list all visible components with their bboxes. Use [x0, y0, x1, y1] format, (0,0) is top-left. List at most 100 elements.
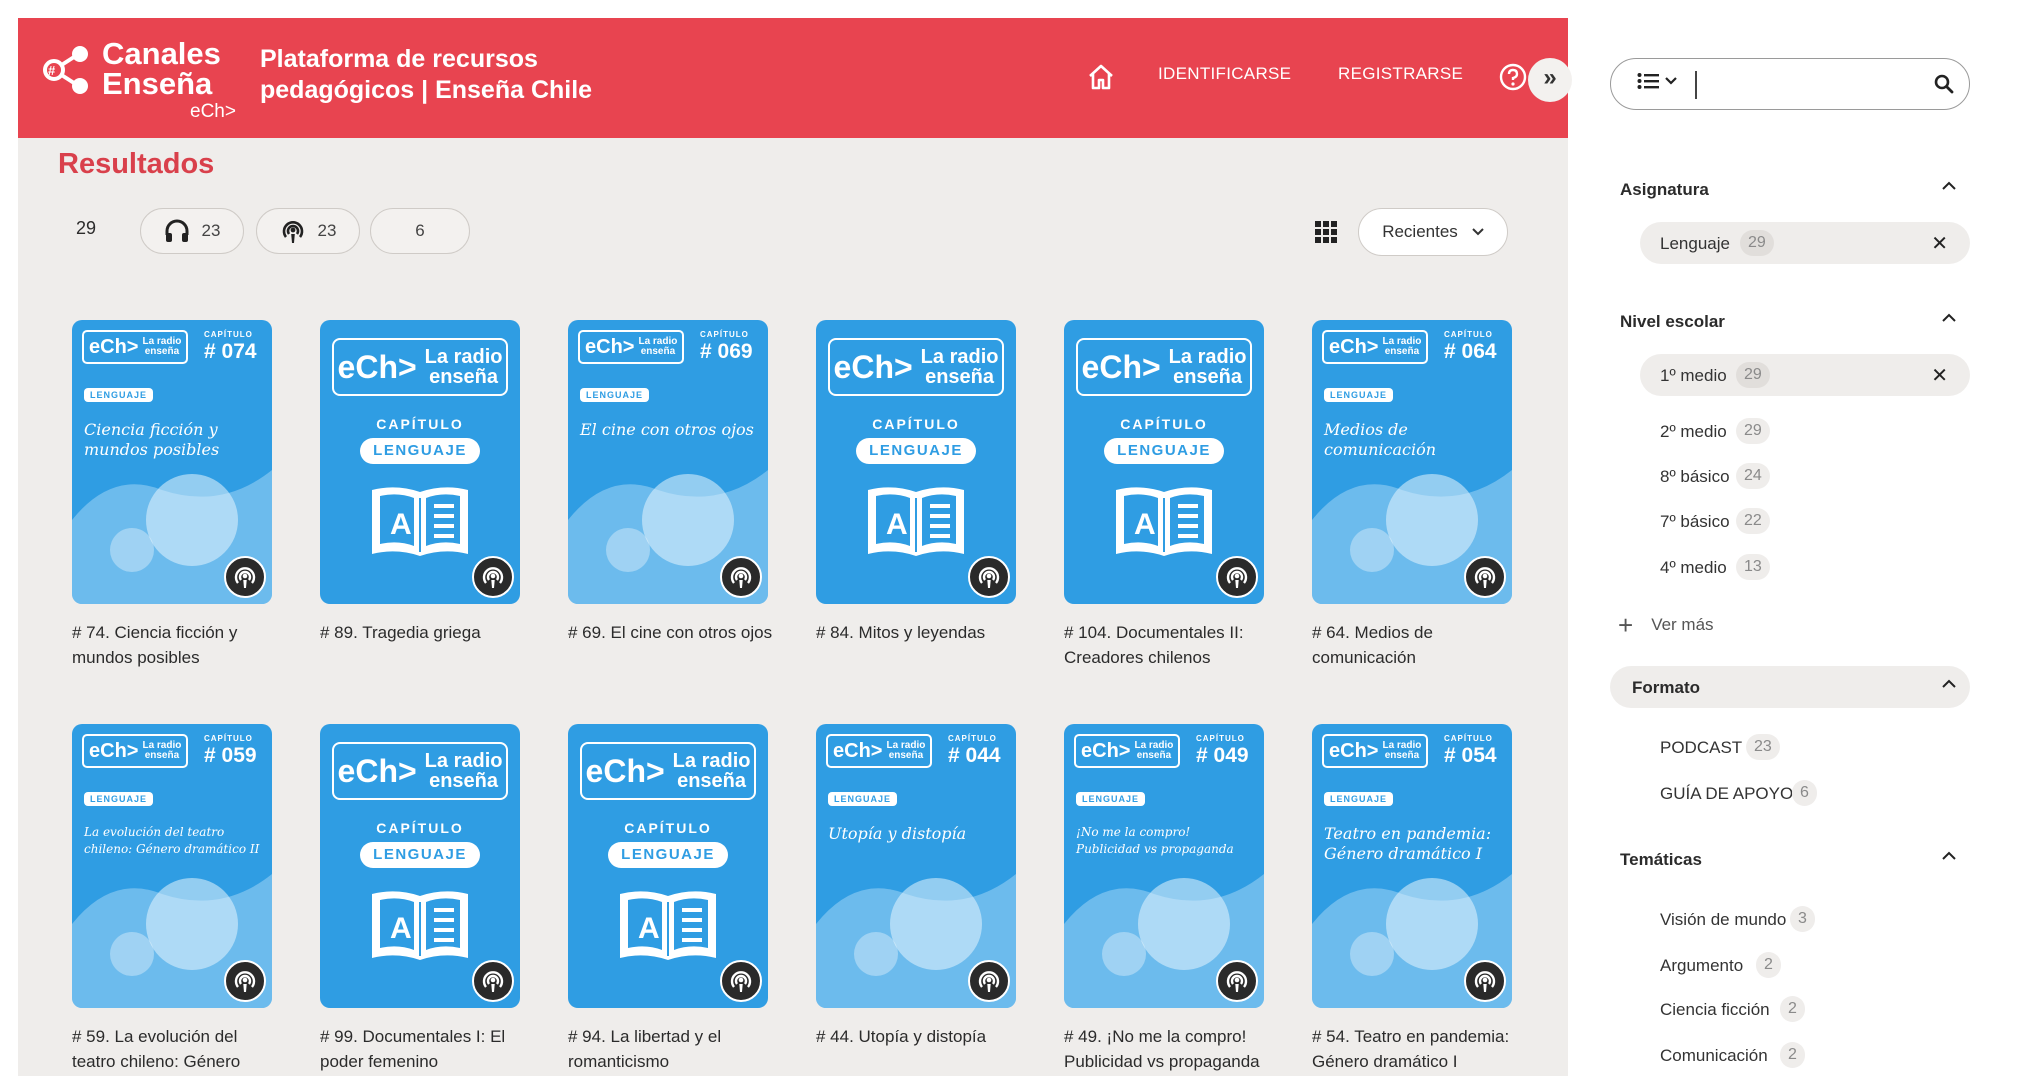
search-input[interactable] [1703, 69, 1923, 99]
card-cover-image[interactable]: eCh> La radio enseña CAPÍTULO # 064 LENGUAJE M… [1312, 320, 1512, 604]
cover-chapter-label: CAPÍTULO [376, 820, 464, 836]
filter-item-4-medio[interactable]: 4º medio 13 [1640, 546, 1970, 588]
ver-mas-link[interactable]: + Ver más [1618, 610, 1714, 641]
card-title[interactable]: # 94. La libertad y el romanticismo [568, 1024, 778, 1074]
cover-subject-label: LENGUAJE [360, 842, 480, 868]
svg-text:#: # [48, 63, 56, 78]
filter-podcast-pill[interactable]: 23 [256, 208, 360, 254]
filter-item-1-medio[interactable]: 1º medio 29 ✕ [1640, 354, 1970, 396]
filter-item-label: Ciencia ficción [1660, 1000, 1770, 1019]
book-icon: A [614, 886, 722, 971]
section-title: Asignatura [1620, 180, 1709, 199]
filter-item-count: 29 [1736, 362, 1770, 388]
login-link[interactable]: IDENTIFICARSE [1158, 64, 1291, 84]
section-asignatura[interactable]: Asignatura [1610, 168, 1970, 210]
text-cursor [1695, 71, 1697, 99]
help-icon[interactable] [1498, 62, 1528, 92]
filter-item-label: Lenguaje [1660, 234, 1730, 253]
section-tematicas[interactable]: Temáticas [1610, 838, 1970, 880]
cover-chapter-label: CAPÍTULO [872, 416, 960, 432]
book-icon: A [366, 482, 474, 567]
filter-item-guia-de-apoyo[interactable]: GUÍA DE APOYO 6 [1640, 772, 1970, 814]
card-cover-image[interactable]: eCh> La radio enseña CAPÍTULO LENGUAJE A [816, 320, 1016, 604]
section-nivel-escolar[interactable]: Nivel escolar [1610, 300, 1970, 342]
svg-text:A: A [886, 508, 908, 541]
cover-logo: eCh> La radio enseña [580, 742, 756, 800]
cover-logo: eCh> La radio enseña [82, 734, 189, 768]
filter-item-2-medio[interactable]: 2º medio 29 [1640, 410, 1970, 452]
filter-item-count: 2 [1780, 996, 1805, 1022]
filter-item-vision-de-mundo[interactable]: Visión de mundo 3 [1640, 898, 1970, 940]
ver-mas-label: Ver más [1651, 614, 1714, 634]
filter-item-lenguaje[interactable]: Lenguaje 29 ✕ [1640, 222, 1970, 264]
register-link[interactable]: REGISTRARSE [1338, 64, 1463, 84]
card-cover-image[interactable]: eCh> La radio enseña CAPÍTULO # 074 LENGUAJE C… [72, 320, 272, 604]
cover-chapter-label: CAPÍTULO [624, 820, 712, 836]
filter-guide-pill[interactable]: 6 [370, 208, 470, 254]
filter-item-label: Visión de mundo [1660, 910, 1787, 929]
cover-chapter-number: CAPÍTULO # 044 [948, 734, 1001, 767]
cover-logo: eCh> La radio enseña [1322, 734, 1429, 768]
filter-item-ciencia-ficcion[interactable]: Ciencia ficción 2 [1640, 988, 1970, 1030]
podcast-icon [1464, 556, 1506, 598]
card-title[interactable]: # 84. Mitos y leyendas [816, 620, 1026, 645]
chevron-up-icon [1942, 851, 1956, 860]
card-title[interactable]: # 74. Ciencia ficción y mundos posibles [72, 620, 282, 670]
card-title[interactable]: # 59. La evolución del teatro chileno: G… [72, 1024, 282, 1074]
filter-item-podcast[interactable]: PODCAST 23 [1640, 726, 1970, 768]
cover-title: La evolución del teatro chileno: Género … [84, 825, 260, 856]
filter-item-count: 3 [1790, 906, 1815, 932]
grid-view-icon[interactable] [1314, 220, 1338, 244]
card-cover-image[interactable]: eCh> La radio enseña CAPÍTULO # 069 LENGUAJE E… [568, 320, 768, 604]
cover-logo: eCh> La radio enseña [828, 338, 1004, 396]
podcast-icon [1216, 960, 1258, 1002]
card-title[interactable]: # 44. Utopía y distopía [816, 1024, 1026, 1049]
podcast-count: 23 [317, 221, 337, 240]
home-icon[interactable] [1086, 62, 1116, 92]
audio-count: 23 [201, 221, 221, 240]
brand-line-3: eCh> [190, 101, 236, 122]
section-title: Nivel escolar [1620, 312, 1725, 331]
brand-line-1: Canales [102, 36, 221, 71]
collapse-sidebar-button[interactable]: » [1528, 58, 1572, 102]
search-icon[interactable] [1933, 73, 1955, 95]
filter-item-label: 8º básico [1660, 467, 1730, 486]
card-cover-image[interactable]: eCh> La radio enseña CAPÍTULO LENGUAJE A [320, 320, 520, 604]
filter-item-count: 13 [1736, 554, 1770, 580]
cover-logo: eCh> La radio enseña [1074, 734, 1181, 768]
filter-item-7-basico[interactable]: 7º básico 22 [1640, 500, 1970, 542]
filter-audio-pill[interactable]: 23 [140, 208, 244, 254]
close-icon[interactable]: ✕ [1931, 231, 1948, 256]
cover-title: Ciencia ficción y mundos posibles [84, 420, 220, 459]
filter-item-comunicacion[interactable]: Comunicación 2 [1640, 1034, 1970, 1076]
card-cover-image[interactable]: eCh> La radio enseña CAPÍTULO # 044 LENGUAJE U… [816, 724, 1016, 1008]
card-cover-image[interactable]: eCh> La radio enseña CAPÍTULO # 054 LENGUAJE T… [1312, 724, 1512, 1008]
platform-title: Plataforma de recursos pedagógicos | Ens… [260, 45, 593, 104]
sort-dropdown[interactable]: Recientes [1358, 208, 1508, 256]
card-cover-image[interactable]: eCh> La radio enseña CAPÍTULO # 059 LENGUAJE L… [72, 724, 272, 1008]
card-title[interactable]: # 69. El cine con otros ojos [568, 620, 778, 645]
card-cover-image[interactable]: eCh> La radio enseña CAPÍTULO # 049 LENGUAJE ¡… [1064, 724, 1264, 1008]
card-title[interactable]: # 104. Documentales II: Creadores chilen… [1064, 620, 1274, 670]
card-title[interactable]: # 99. Documentales I: El poder femenino [320, 1024, 530, 1074]
card-cover-image[interactable]: eCh> La radio enseña CAPÍTULO LENGUAJE A [320, 724, 520, 1008]
book-icon: A [862, 482, 970, 567]
cover-subject-label: LENGUAJE [1076, 792, 1146, 806]
filter-item-count: 24 [1736, 463, 1770, 489]
card-title[interactable]: # 89. Tragedia griega [320, 620, 530, 645]
cover-subject-label: LENGUAJE [580, 388, 650, 402]
section-formato[interactable]: Formato [1610, 666, 1970, 708]
card-cover-image[interactable]: eCh> La radio enseña CAPÍTULO LENGUAJE A [568, 724, 768, 1008]
close-icon[interactable]: ✕ [1931, 363, 1948, 388]
canales-ensena-logo[interactable]: # Canales Enseña eCh> [40, 36, 240, 126]
card-title[interactable]: # 54. Teatro en pandemia: Género dramáti… [1312, 1024, 1522, 1074]
svg-text:A: A [390, 912, 412, 945]
filter-item-8-basico[interactable]: 8º básico 24 [1640, 455, 1970, 497]
card-title[interactable]: # 49. ¡No me la compro! Publicidad vs pr… [1064, 1024, 1274, 1074]
card-title[interactable]: # 64. Medios de comunicación [1312, 620, 1522, 670]
cover-subject-label: LENGUAJE [828, 792, 898, 806]
cover-logo: eCh> La radio enseña [1076, 338, 1252, 396]
filter-item-argumento[interactable]: Argumento 2 [1640, 944, 1970, 986]
card-cover-image[interactable]: eCh> La radio enseña CAPÍTULO LENGUAJE A [1064, 320, 1264, 604]
search-scope-dropdown[interactable] [1637, 72, 1677, 90]
